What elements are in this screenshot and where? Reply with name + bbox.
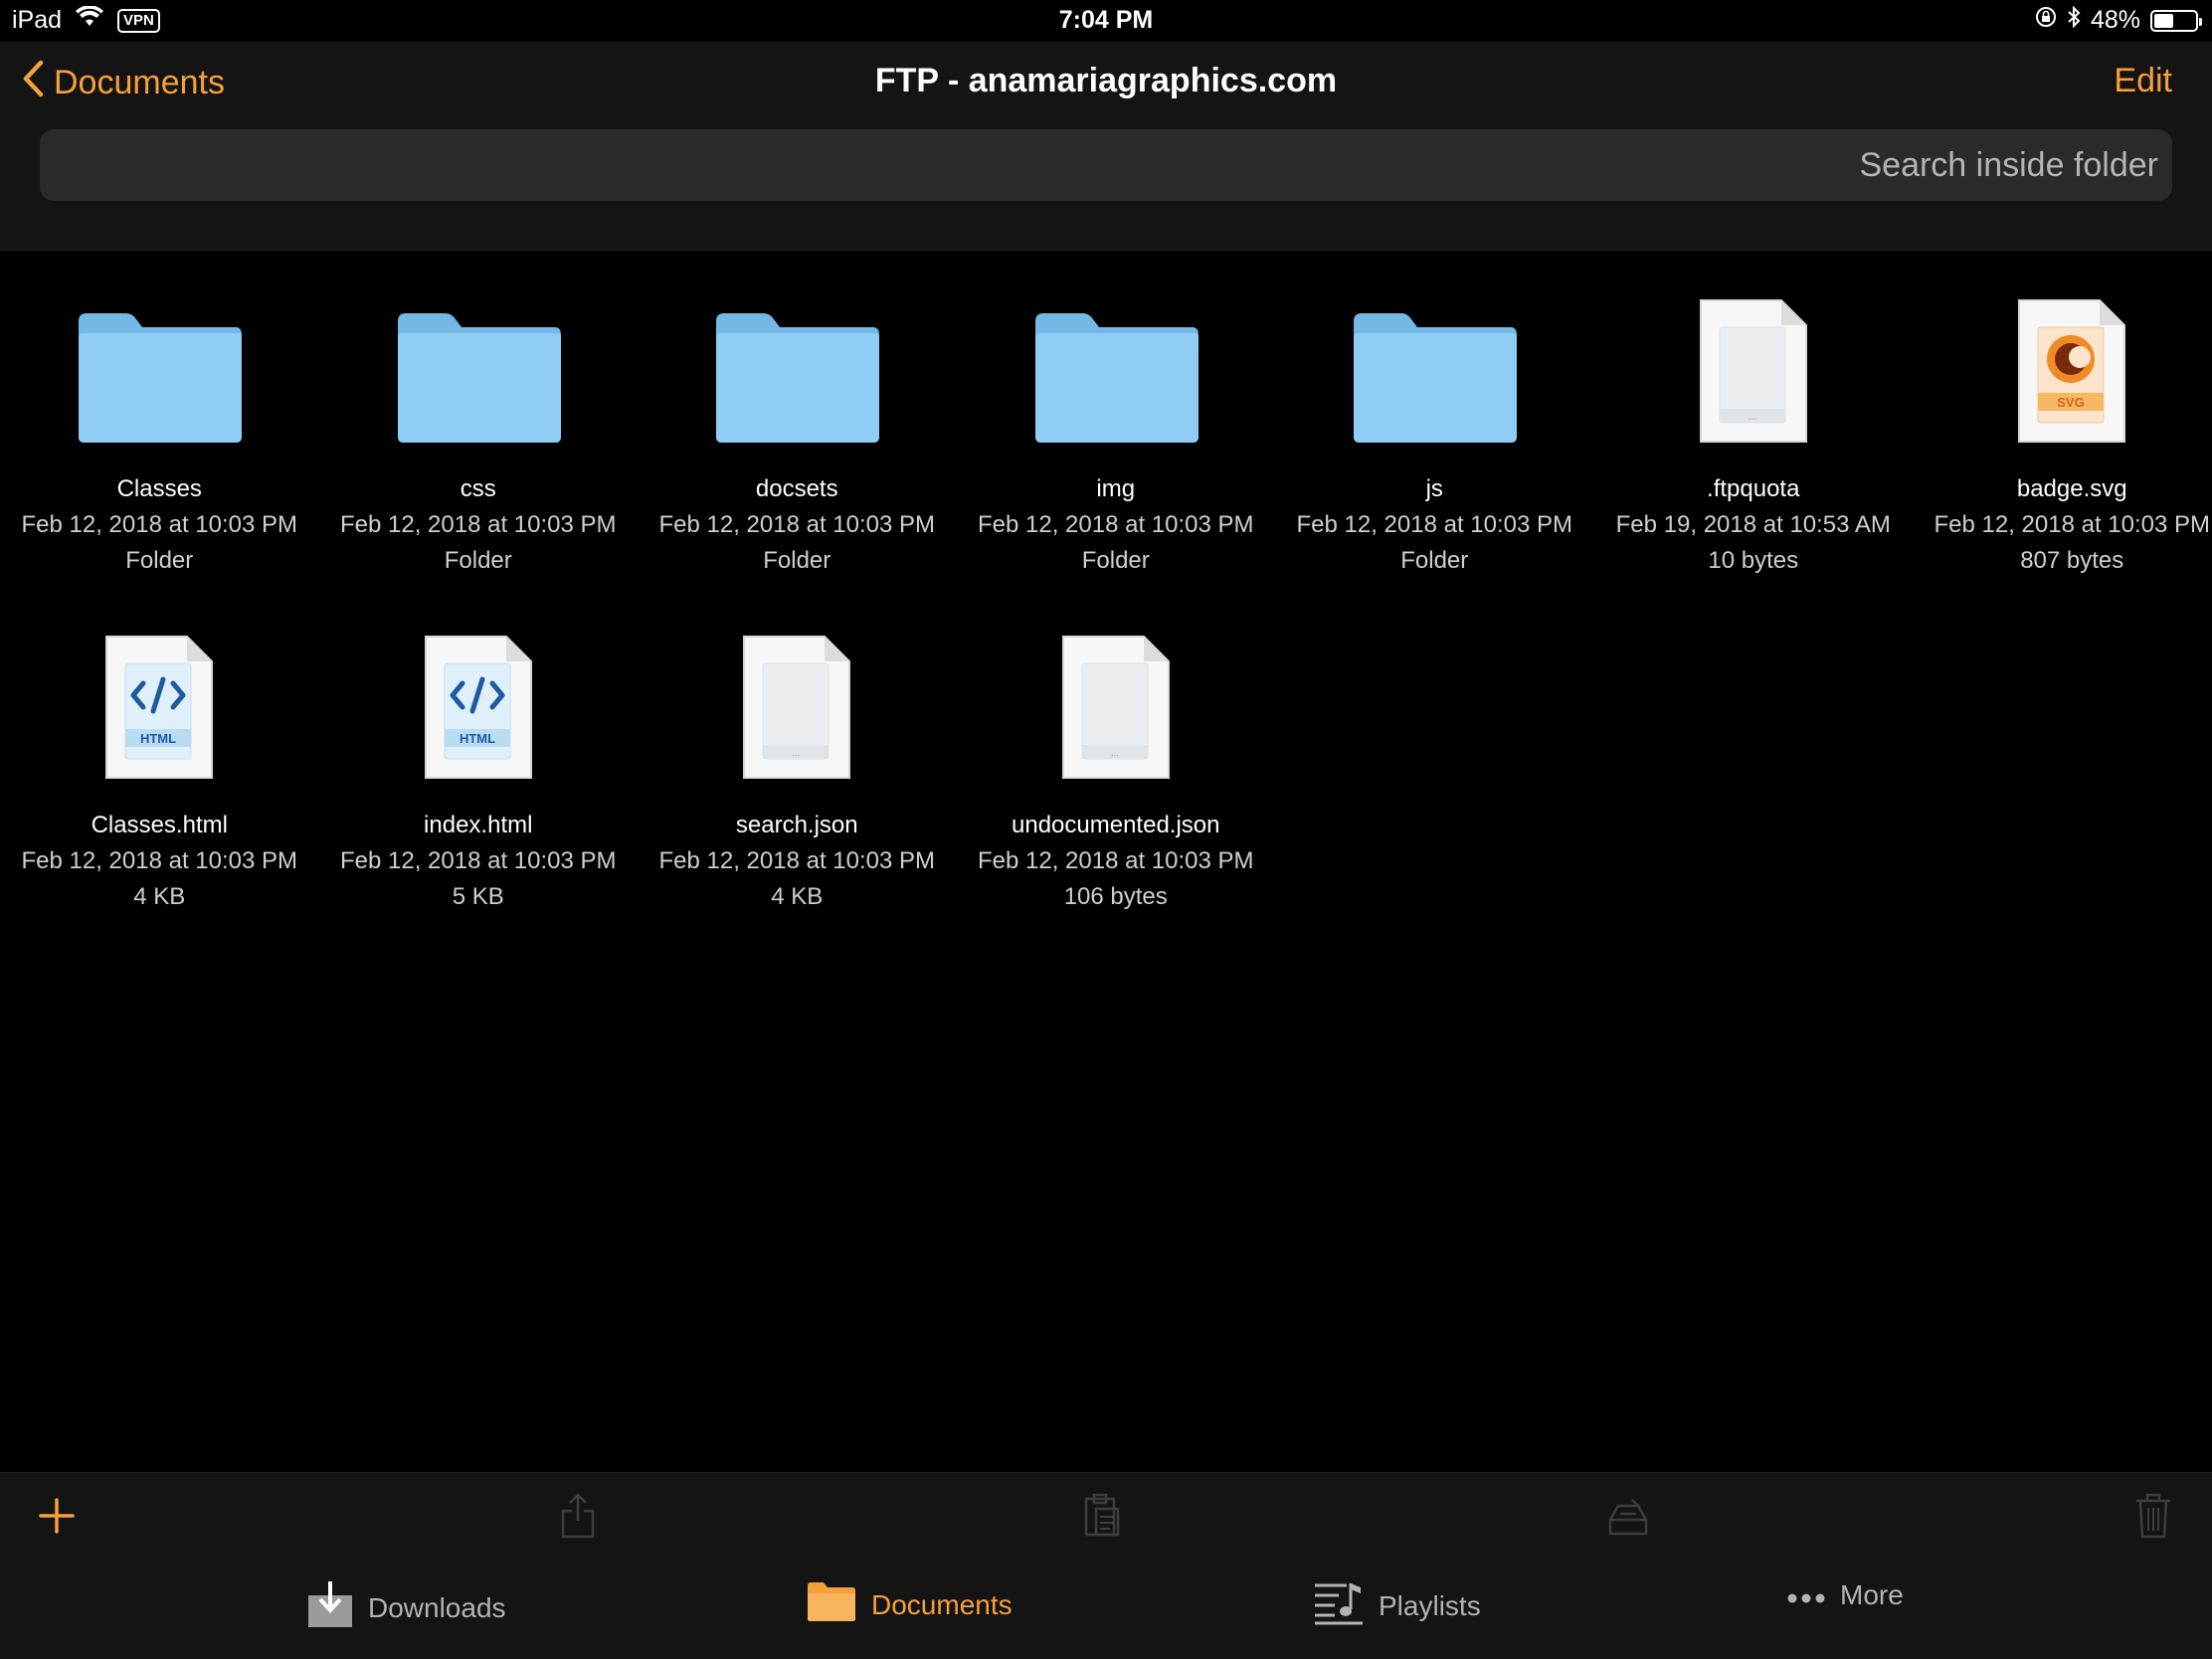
folder-icon: [1031, 309, 1200, 450]
html-file-icon: HTML: [103, 634, 215, 786]
file-type-badge: HTML: [140, 731, 176, 746]
file-date: Feb 19, 2018 at 10:53 AM: [1615, 511, 1891, 538]
edit-button[interactable]: Edit: [2114, 62, 2172, 100]
folder-item[interactable]: img Feb 12, 2018 at 10:03 PM Folder: [957, 280, 1276, 575]
svg-text:...: ...: [792, 748, 800, 759]
file-date: Feb 12, 2018 at 10:03 PM: [21, 511, 298, 538]
download-icon: [306, 1579, 354, 1636]
file-date: Feb 12, 2018 at 10:03 PM: [977, 511, 1254, 538]
tab-downloads[interactable]: Downloads: [306, 1579, 506, 1636]
archive-button[interactable]: [1603, 1493, 1653, 1543]
paste-button[interactable]: [1077, 1493, 1127, 1543]
status-time: 7:04 PM: [1058, 6, 1154, 34]
file-item[interactable]: ... .ftpquota Feb 19, 2018 at 10:53 AM 10 b…: [1594, 280, 1914, 575]
file-name: search.json: [735, 812, 858, 838]
file-name: Classes.html: [91, 812, 228, 838]
svg-text:...: ...: [1111, 748, 1119, 759]
file-name: img: [1096, 475, 1136, 502]
share-icon: [558, 1491, 598, 1546]
file-name: css: [460, 475, 496, 502]
more-icon: [1786, 1579, 1826, 1611]
search-input[interactable]: [40, 129, 2172, 201]
navigation-bar: Documents FTP - anamariagraphics.com Edi…: [0, 42, 2212, 251]
clipboard-icon: [1082, 1493, 1122, 1544]
tab-documents[interactable]: Documents: [806, 1579, 1013, 1630]
plus-icon: [37, 1496, 77, 1541]
file-info: 4 KB: [771, 883, 824, 910]
file-info: Folder: [125, 547, 194, 574]
svg-file-icon: SVG: [2016, 297, 2127, 450]
file-date: Feb 12, 2018 at 10:03 PM: [1296, 511, 1573, 538]
archive-icon: [1606, 1494, 1650, 1543]
status-bar: iPad VPN 7:04 PM 48%: [0, 0, 2212, 42]
tab-more[interactable]: More: [1786, 1579, 1904, 1611]
trash-icon: [2133, 1491, 2173, 1546]
file-info: 807 bytes: [2020, 547, 2124, 574]
tab-label: Playlists: [1379, 1589, 1481, 1621]
generic-file-icon: ...: [1698, 297, 1809, 450]
file-info: Folder: [444, 547, 512, 574]
file-info: Folder: [1400, 547, 1469, 574]
file-date: Feb 12, 2018 at 10:03 PM: [658, 511, 936, 538]
battery-icon: [2150, 9, 2202, 32]
file-grid: Classes Feb 12, 2018 at 10:03 PM Folder css…: [0, 280, 2212, 911]
tab-label: More: [1840, 1579, 1904, 1610]
file-info: 10 bytes: [1708, 547, 1799, 574]
folder-icon: [806, 1579, 857, 1630]
folder-icon: [75, 309, 244, 450]
tab-playlists[interactable]: Playlists: [1313, 1579, 1481, 1632]
file-date: Feb 12, 2018 at 10:03 PM: [21, 847, 298, 874]
file-type-badge: SVG: [2058, 395, 2085, 410]
svg-text:...: ...: [1749, 412, 1756, 423]
file-date: Feb 12, 2018 at 10:03 PM: [977, 847, 1254, 874]
file-name: .ftpquota: [1707, 475, 1800, 502]
bluetooth-icon: [2067, 5, 2081, 35]
file-name: docsets: [755, 475, 838, 502]
folder-item[interactable]: Classes Feb 12, 2018 at 10:03 PM Folder: [0, 280, 319, 575]
folder-icon: [712, 309, 881, 450]
file-date: Feb 12, 2018 at 10:03 PM: [658, 847, 936, 874]
file-date: Feb 12, 2018 at 10:03 PM: [1934, 511, 2211, 538]
page-title: FTP - anamariagraphics.com: [874, 62, 1338, 99]
search-bar: [40, 129, 2172, 201]
file-type-badge: HTML: [460, 731, 495, 746]
file-name: index.html: [424, 812, 533, 838]
file-item[interactable]: HTML index.html Feb 12, 2018 at 10:03 PM 5 …: [319, 617, 639, 911]
battery-percent: 48%: [2090, 6, 2140, 34]
file-item[interactable]: HTML Classes.html Feb 12, 2018 at 10:03 PM…: [0, 617, 319, 911]
add-button[interactable]: [32, 1493, 82, 1543]
delete-button[interactable]: [2128, 1493, 2178, 1543]
folder-icon: [1350, 309, 1519, 450]
html-file-icon: HTML: [423, 634, 534, 786]
file-item[interactable]: ... search.json Feb 12, 2018 at 10:03 PM 4 …: [638, 617, 957, 911]
file-date: Feb 12, 2018 at 10:03 PM: [339, 847, 617, 874]
file-item[interactable]: SVG badge.svg Feb 12, 2018 at 10:03 PM 807 …: [1913, 280, 2212, 575]
file-info: 4 KB: [133, 883, 186, 910]
file-info: Folder: [763, 547, 831, 574]
playlist-icon: [1313, 1579, 1365, 1632]
file-name: js: [1425, 475, 1443, 502]
bottom-toolbar: [0, 1472, 2212, 1560]
file-name: badge.svg: [2016, 475, 2127, 502]
folder-item[interactable]: css Feb 12, 2018 at 10:03 PM Folder: [319, 280, 639, 575]
folder-item[interactable]: docsets Feb 12, 2018 at 10:03 PM Folder: [638, 280, 957, 575]
folder-item[interactable]: js Feb 12, 2018 at 10:03 PM Folder: [1275, 280, 1594, 575]
generic-file-icon: ...: [1060, 634, 1172, 786]
share-button[interactable]: [553, 1491, 603, 1546]
file-date: Feb 12, 2018 at 10:03 PM: [339, 511, 617, 538]
folder-icon: [394, 309, 563, 450]
tab-bar: Downloads Documents Playlists More: [0, 1560, 2212, 1659]
file-name: undocumented.json: [1012, 812, 1220, 838]
orientation-lock-icon: [2035, 6, 2057, 35]
file-info: Folder: [1081, 547, 1150, 574]
file-info: 5 KB: [452, 883, 504, 910]
tab-label: Downloads: [368, 1591, 506, 1623]
generic-file-icon: ...: [741, 634, 852, 786]
file-item[interactable]: ... undocumented.json Feb 12, 2018 at 10:0…: [957, 617, 1276, 911]
tab-label: Documents: [871, 1588, 1013, 1620]
file-name: Classes: [116, 475, 202, 502]
file-info: 106 bytes: [1063, 883, 1168, 910]
